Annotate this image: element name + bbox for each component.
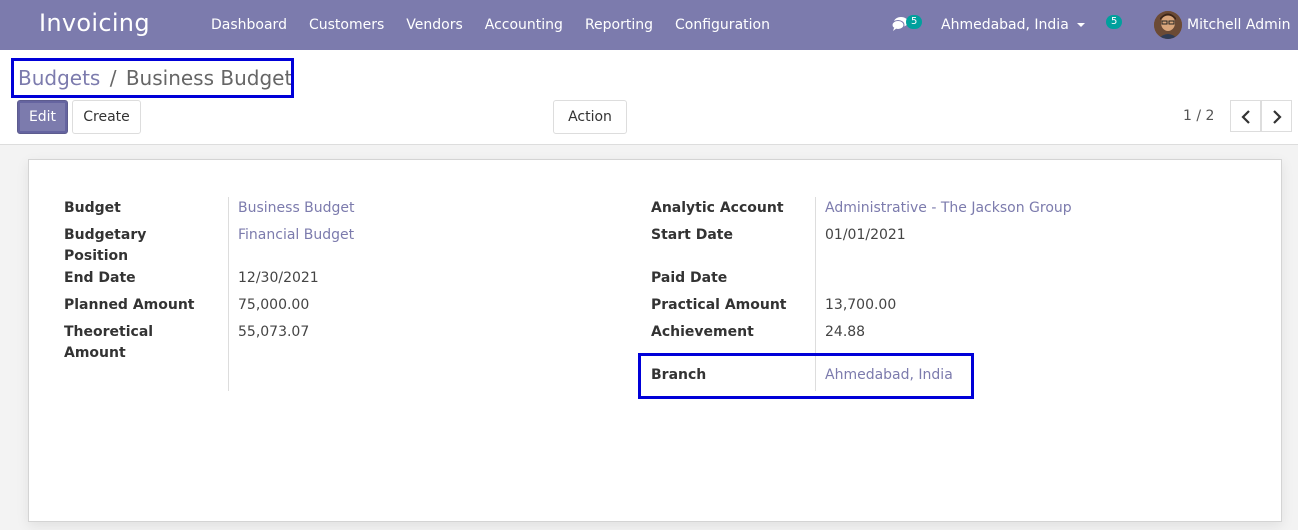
menu-vendors[interactable]: Vendors xyxy=(395,0,473,50)
menu-dashboard[interactable]: Dashboard xyxy=(200,0,298,50)
analytic-account-field[interactable]: Administrative - The Jackson Group xyxy=(825,198,1072,219)
pager-value[interactable]: 1 / 2 xyxy=(1183,108,1214,124)
theoretical-amount-field: 55,073.07 xyxy=(238,324,310,340)
create-button[interactable]: Create xyxy=(72,100,141,134)
pager-previous-button[interactable] xyxy=(1230,100,1261,132)
branch-highlight xyxy=(638,353,974,399)
user-menu[interactable]: Mitchell Admin xyxy=(1187,0,1291,50)
achievement-field: 24.88 xyxy=(825,324,866,340)
menu-configuration[interactable]: Configuration xyxy=(664,0,781,50)
start-date-label: Start Date xyxy=(651,227,733,243)
practical-amount-field: 13,700.00 xyxy=(825,297,897,313)
planned-amount-label: Planned Amount xyxy=(64,297,195,313)
main-menu: Dashboard Customers Vendors Accounting R… xyxy=(200,0,781,50)
budget-label: Budget xyxy=(64,200,121,216)
activity-count-badge[interactable]: 5 xyxy=(1106,15,1123,29)
company-name: Ahmedabad, India xyxy=(941,17,1069,33)
edit-button[interactable]: Edit xyxy=(17,100,68,134)
end-date-label: End Date xyxy=(64,270,136,286)
left-group-divider xyxy=(228,197,229,391)
budgetary-position-label-line1: Budgetary xyxy=(64,227,147,243)
paid-date-label: Paid Date xyxy=(651,270,728,286)
pager-next-button[interactable] xyxy=(1261,100,1292,132)
budgetary-position-label-line2: Position xyxy=(64,248,129,264)
end-date-field: 12/30/2021 xyxy=(238,270,319,286)
chevron-left-icon xyxy=(1241,110,1250,124)
theoretical-amount-label-line2: Amount xyxy=(64,345,126,361)
chat-count-badge: 5 xyxy=(906,15,923,29)
start-date-field: 01/01/2021 xyxy=(825,227,906,243)
control-panel: Budgets / Business Budget Edit Create Ac… xyxy=(0,50,1298,145)
theoretical-amount-label-line1: Theoretical xyxy=(64,324,154,340)
achievement-label: Achievement xyxy=(651,324,754,340)
top-navbar: Invoicing Dashboard Customers Vendors Ac… xyxy=(0,0,1298,50)
action-button[interactable]: Action xyxy=(553,100,627,134)
practical-amount-label: Practical Amount xyxy=(651,297,787,313)
company-switcher[interactable]: Ahmedabad, India xyxy=(941,0,1085,50)
app-title[interactable]: Invoicing xyxy=(39,9,150,37)
menu-reporting[interactable]: Reporting xyxy=(574,0,664,50)
caret-down-icon xyxy=(1076,23,1085,27)
menu-customers[interactable]: Customers xyxy=(298,0,395,50)
budget-field[interactable]: Business Budget xyxy=(238,198,355,219)
planned-amount-field: 75,000.00 xyxy=(238,297,310,313)
analytic-account-label: Analytic Account xyxy=(651,200,784,216)
chevron-right-icon xyxy=(1273,110,1282,124)
breadcrumb-highlight xyxy=(11,58,294,98)
avatar[interactable] xyxy=(1154,11,1182,39)
menu-accounting[interactable]: Accounting xyxy=(474,0,574,50)
budgetary-position-field[interactable]: Financial Budget xyxy=(238,225,354,246)
